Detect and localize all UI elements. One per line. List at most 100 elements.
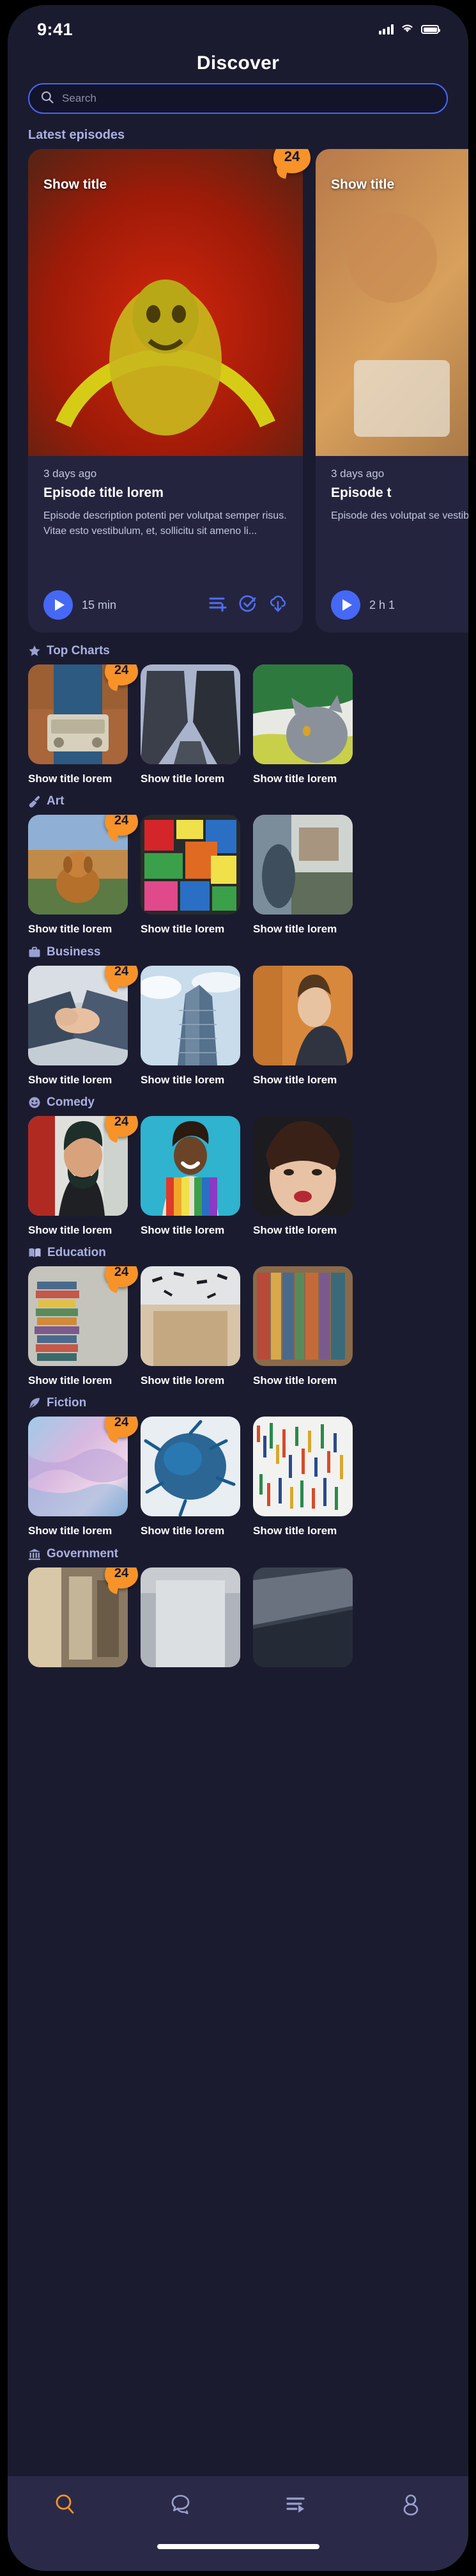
smiley-face-icon	[28, 1096, 41, 1109]
show-title: Show title lorem	[253, 773, 337, 785]
show-title: Show title lorem	[28, 1223, 112, 1236]
show-card[interactable]	[253, 1567, 353, 1675]
discover-tab[interactable]	[8, 2493, 123, 2519]
section-heading: Business	[8, 945, 468, 966]
search-input[interactable]: Search	[28, 83, 448, 114]
show-card[interactable]: 24 Show title lorem	[28, 1115, 138, 1237]
show-card[interactable]: Show title lorem	[141, 1115, 240, 1237]
show-card[interactable]: Show title lorem	[141, 965, 240, 1087]
profile-tab[interactable]	[353, 2493, 468, 2519]
category-section-government: Government 24	[8, 1547, 468, 1675]
episode-count-badge: 24	[105, 1417, 138, 1438]
show-card[interactable]: 24	[28, 1567, 138, 1675]
category-section-comedy: Comedy 24 Show title lorem Show title lo…	[8, 1096, 468, 1237]
conversations-tab[interactable]	[123, 2493, 238, 2519]
show-card[interactable]: Show title lorem	[253, 1115, 353, 1237]
artwork-image	[141, 1567, 240, 1667]
category-grid[interactable]: 24 Show title lorem Show title lorem Sho…	[8, 664, 468, 785]
artwork-image	[253, 1417, 353, 1517]
show-title: Show title lorem	[28, 1073, 112, 1086]
show-card[interactable]: Show title lorem	[141, 1417, 240, 1537]
show-card[interactable]: Show title lorem	[141, 664, 240, 785]
download-icon[interactable]	[268, 595, 288, 616]
episode-card[interactable]: Show title 24 3 days ago Episode title l…	[28, 149, 311, 632]
show-card[interactable]: Show title lorem	[253, 965, 353, 1087]
show-card[interactable]: 24 Show title lorem	[28, 1266, 138, 1387]
show-card[interactable]	[141, 1567, 240, 1675]
add-to-queue-icon[interactable]	[208, 595, 227, 616]
show-artwork	[253, 965, 353, 1065]
section-heading: Art	[8, 794, 468, 815]
status-time: 9:41	[37, 19, 73, 39]
section-heading-label: Business	[47, 945, 101, 959]
episode-date: 3 days ago	[331, 467, 385, 480]
category-grid[interactable]: 24 Show title lorem Show title lorem Sho…	[8, 1266, 468, 1387]
artwork-image	[253, 1266, 353, 1366]
episode-card[interactable]: Show title 3 days ago Episode t Episode …	[316, 149, 468, 632]
play-icon[interactable]	[43, 590, 73, 620]
chat-bubbles-icon	[169, 2493, 192, 2519]
search-container: Search	[8, 83, 468, 128]
category-section-education: Education 24 Show title lorem Show title…	[8, 1246, 468, 1387]
queue-tab[interactable]	[238, 2493, 353, 2519]
artwork-image	[316, 149, 468, 456]
episode-actions: 15 min	[28, 581, 303, 632]
show-card[interactable]: Show title lorem	[141, 1266, 240, 1387]
wifi-icon	[401, 23, 414, 36]
show-artwork	[141, 1266, 240, 1366]
show-title: Show title lorem	[28, 1374, 112, 1386]
show-card[interactable]: Show title lorem	[253, 1266, 353, 1387]
search-icon	[54, 2493, 77, 2519]
show-artwork	[253, 1115, 353, 1216]
section-heading: Top Charts	[8, 644, 468, 664]
category-grid[interactable]: 24 Show title lorem Show title lorem Sho…	[8, 815, 468, 936]
category-section-top-charts: Top Charts 24 Show title lorem Show titl…	[8, 644, 468, 785]
section-heading: Fiction	[8, 1396, 468, 1417]
mark-played-icon[interactable]	[239, 595, 257, 616]
star-icon	[28, 645, 41, 657]
show-card[interactable]: 24 Show title lorem	[28, 965, 138, 1087]
episode-count-badge: 24	[105, 815, 138, 836]
category-grid[interactable]: 24 Show title lorem Show title lorem Sho…	[8, 1115, 468, 1237]
artwork-image	[141, 815, 240, 915]
show-title: Show title lorem	[141, 1223, 225, 1236]
show-artwork	[141, 965, 240, 1065]
show-artwork	[253, 664, 353, 764]
show-title: Show title lorem	[253, 1374, 337, 1386]
artwork-image	[141, 1266, 240, 1366]
show-title: Show title lorem	[253, 923, 337, 936]
category-grid[interactable]: 24	[8, 1567, 468, 1675]
section-heading-label: Government	[47, 1546, 118, 1560]
section-heading-label: Top Charts	[47, 644, 110, 657]
show-card[interactable]: Show title lorem	[141, 815, 240, 936]
section-heading: Education	[8, 1246, 468, 1266]
show-card[interactable]: Show title lorem	[253, 815, 353, 936]
show-card[interactable]: 24 Show title lorem	[28, 664, 138, 785]
show-title: Show title lorem	[141, 923, 225, 936]
classical-building-icon	[28, 1548, 41, 1560]
show-card[interactable]: 24 Show title lorem	[28, 1417, 138, 1537]
show-card[interactable]: Show title lorem	[253, 664, 353, 785]
episode-action-icons	[208, 595, 288, 616]
artwork-image	[253, 815, 353, 915]
status-bar: 9:41	[8, 5, 468, 45]
show-card[interactable]: 24 Show title lorem	[28, 815, 138, 936]
show-artwork	[253, 1266, 353, 1366]
show-title: Show title lorem	[253, 1223, 337, 1236]
paintbrush-icon	[28, 795, 41, 808]
play-icon[interactable]	[331, 590, 360, 620]
section-heading-label: Art	[47, 794, 65, 808]
battery-icon	[421, 25, 440, 34]
category-section-art: Art 24 Show title lorem Show title lorem…	[8, 794, 468, 936]
episode-description: Episode description potenti per volutpat…	[43, 510, 287, 537]
play-control[interactable]: 15 min	[43, 590, 116, 620]
category-grid[interactable]: 24 Show title lorem Show title lorem Sho…	[8, 1417, 468, 1537]
search-placeholder: Search	[62, 92, 96, 104]
show-card[interactable]: Show title lorem	[253, 1417, 353, 1537]
feather-pen-icon	[28, 1397, 41, 1410]
show-title: Show title lorem	[141, 1525, 225, 1537]
show-title: Show title lorem	[141, 1374, 225, 1386]
category-grid[interactable]: 24 Show title lorem Show title lorem Sho…	[8, 965, 468, 1087]
play-control[interactable]: 2 h 1	[331, 590, 395, 620]
latest-episodes-carousel[interactable]: Show title 24 3 days ago Episode title l…	[8, 149, 468, 632]
